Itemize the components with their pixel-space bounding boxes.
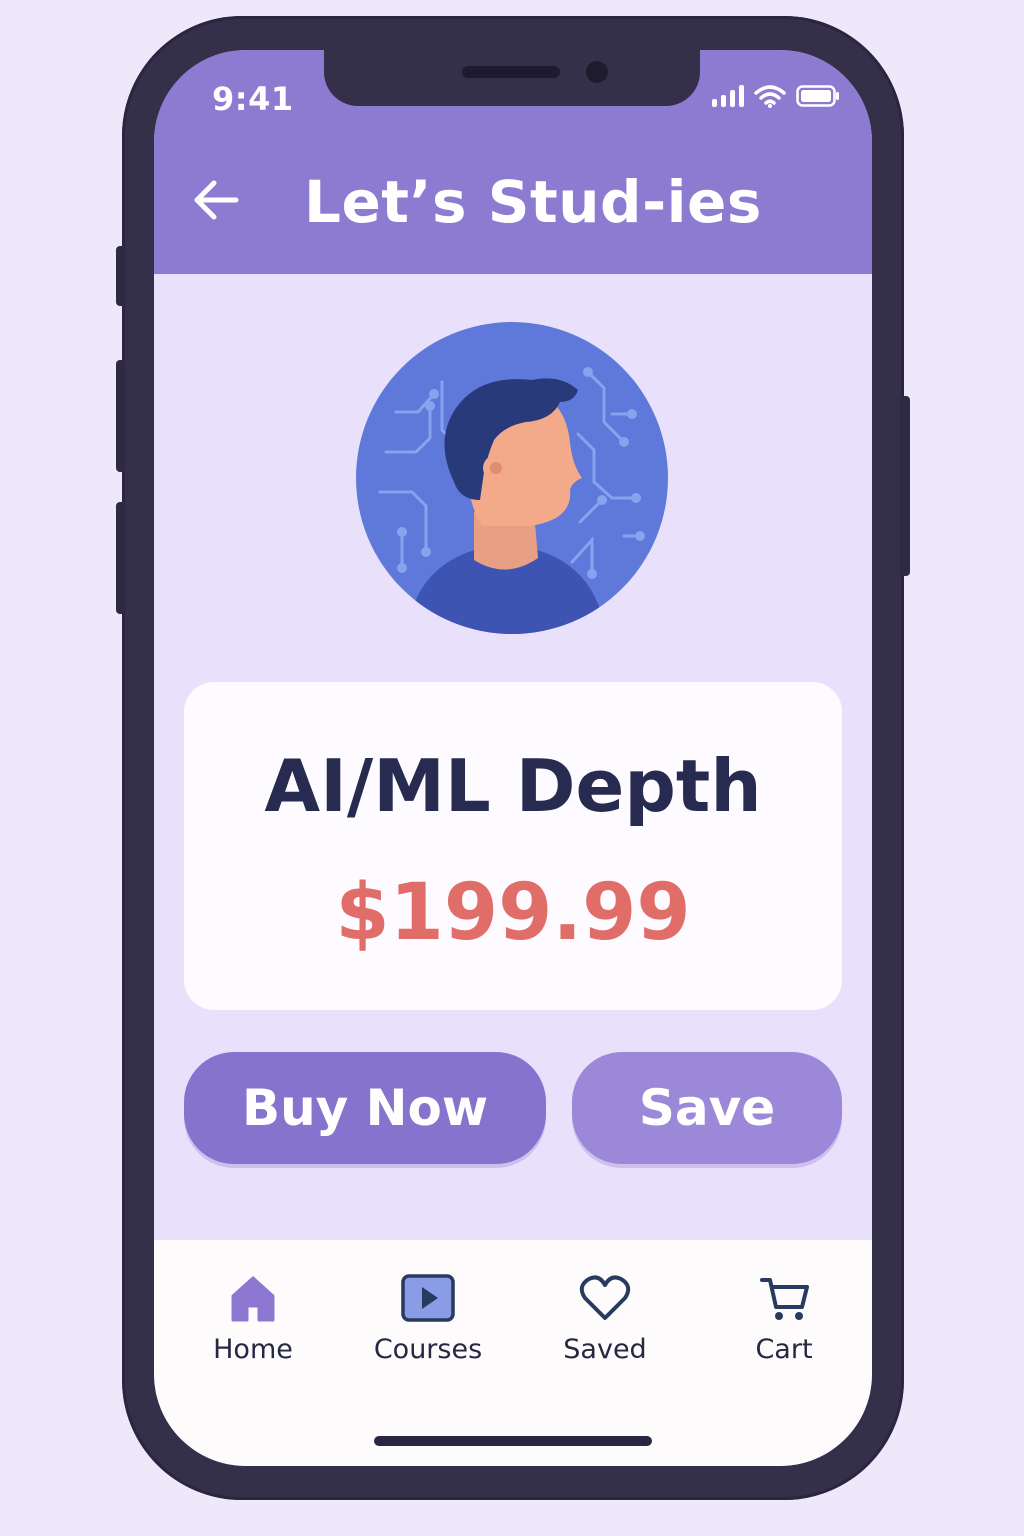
buy-now-button[interactable]: Buy Now bbox=[184, 1052, 546, 1164]
play-icon bbox=[401, 1274, 455, 1322]
front-camera bbox=[586, 61, 608, 83]
tab-courses[interactable]: Courses bbox=[353, 1270, 503, 1365]
heart-icon bbox=[579, 1275, 631, 1320]
status-icons bbox=[712, 84, 840, 108]
page-title: Let’s Stud-ies bbox=[304, 168, 762, 236]
notch bbox=[324, 50, 700, 106]
wifi-icon bbox=[754, 85, 786, 108]
tab-home-label: Home bbox=[213, 1334, 293, 1365]
home-indicator bbox=[374, 1436, 652, 1446]
tab-cart[interactable]: Cart bbox=[709, 1270, 859, 1365]
save-button[interactable]: Save bbox=[572, 1052, 842, 1164]
volume-up-button bbox=[116, 360, 126, 472]
power-button bbox=[900, 396, 910, 576]
course-price: $199.99 bbox=[335, 868, 691, 958]
speaker-grille bbox=[462, 66, 560, 78]
tab-courses-label: Courses bbox=[373, 1334, 483, 1365]
header-row: Let’s Stud-ies bbox=[154, 164, 872, 238]
home-icon bbox=[231, 1276, 275, 1322]
back-arrow-icon[interactable] bbox=[190, 174, 242, 226]
mute-switch bbox=[116, 246, 126, 306]
tab-home[interactable]: Home bbox=[178, 1270, 328, 1365]
ai-head-avatar-icon bbox=[356, 322, 668, 634]
battery-icon bbox=[796, 85, 839, 107]
tab-saved[interactable]: Saved bbox=[530, 1270, 680, 1365]
app-screen: 9:41 Let’s Stud-ies AI/ML Depth $199.99 … bbox=[154, 50, 872, 1466]
tab-saved-label: Saved bbox=[563, 1334, 647, 1365]
course-card: AI/ML Depth $199.99 bbox=[184, 682, 842, 1010]
app-header: 9:41 Let’s Stud-ies bbox=[154, 50, 872, 274]
cellular-signal-icon bbox=[712, 85, 744, 107]
status-time: 9:41 bbox=[212, 80, 294, 118]
tab-cart-label: Cart bbox=[755, 1334, 813, 1365]
bottom-tab-bar: Home Courses Saved Cart bbox=[154, 1240, 872, 1466]
cart-icon bbox=[760, 1278, 809, 1320]
course-title: AI/ML Depth bbox=[264, 744, 762, 828]
volume-down-button bbox=[116, 502, 126, 614]
